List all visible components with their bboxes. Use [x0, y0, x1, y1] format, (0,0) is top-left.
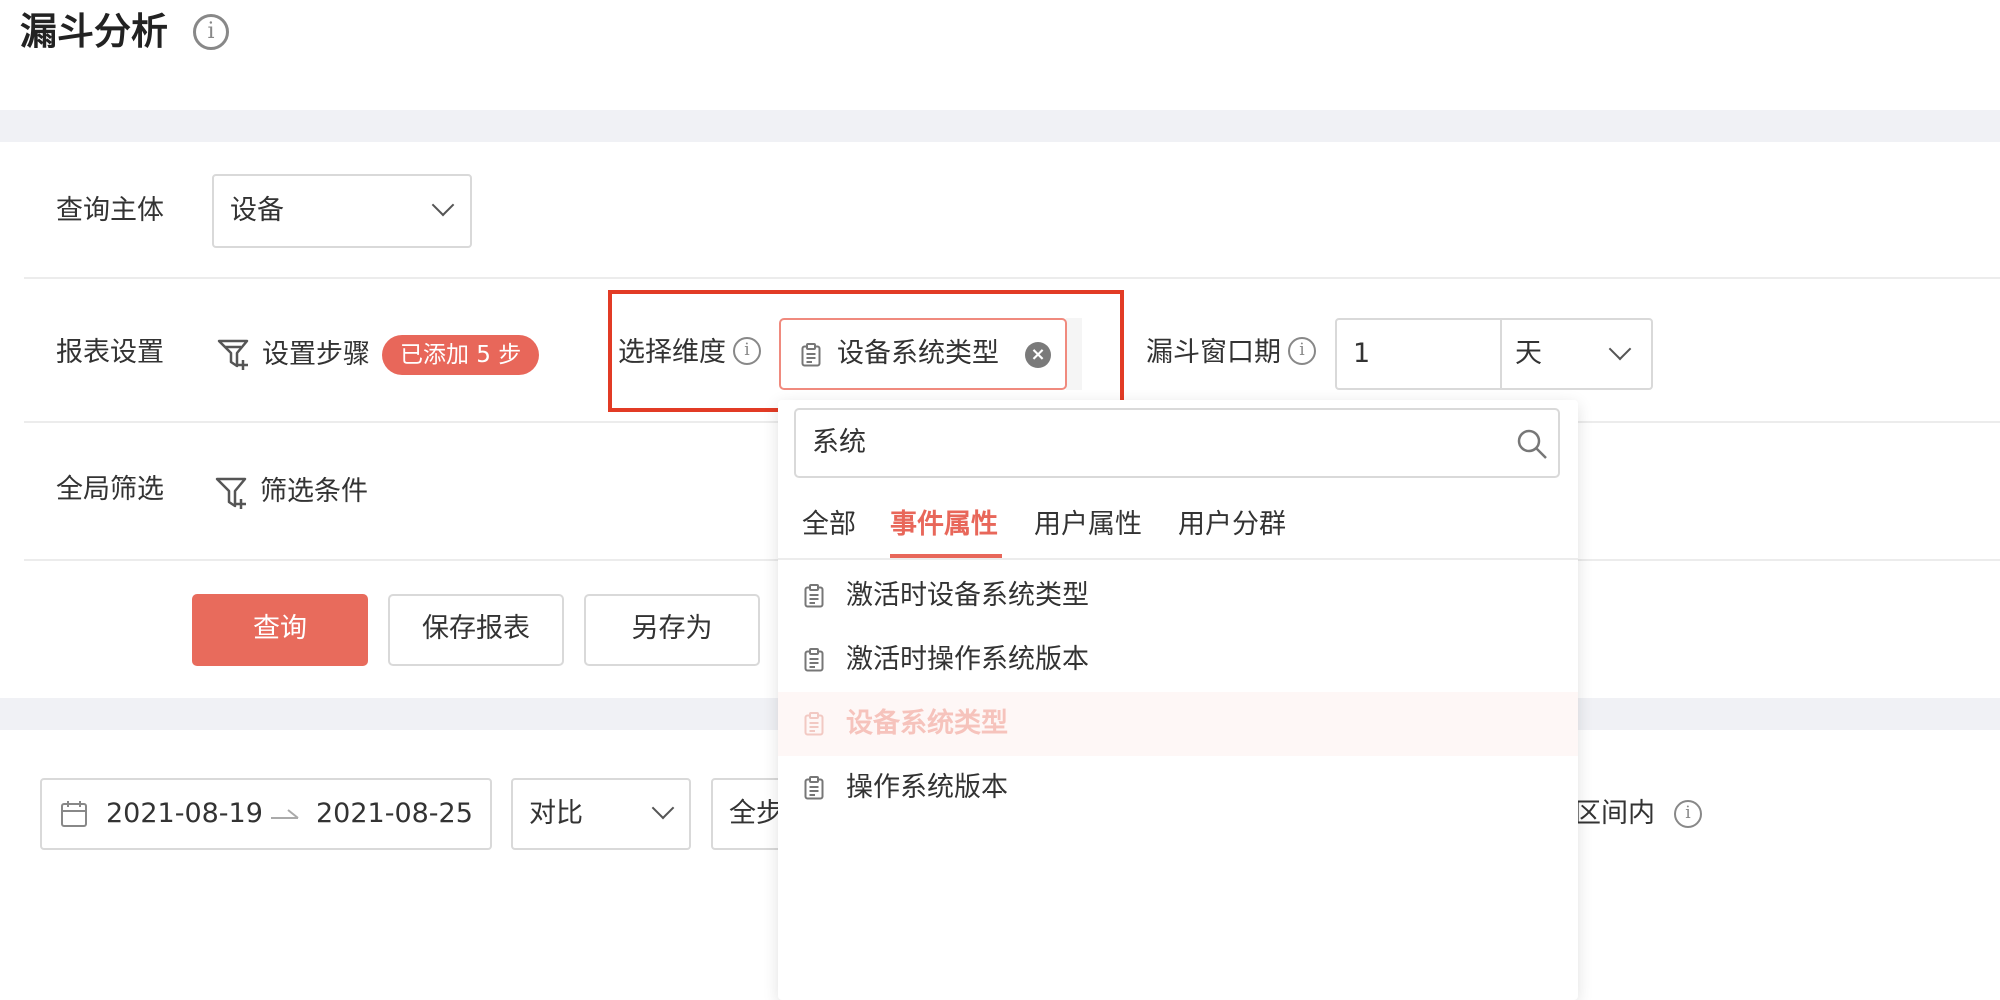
option-label: 设备系统类型	[846, 708, 1008, 739]
clipboard-icon	[804, 776, 824, 800]
dimension-chip-label: 设备系统类型	[837, 338, 999, 369]
option-label: 激活时操作系统版本	[846, 644, 1089, 675]
calendar-icon	[61, 801, 87, 827]
global-filter-label: 全局筛选	[56, 474, 164, 505]
query-subject-label: 查询主体	[56, 195, 164, 226]
tab-event-properties[interactable]: 事件属性	[890, 505, 998, 545]
option-label: 操作系统版本	[846, 772, 1008, 803]
set-steps-link[interactable]: 设置步骤	[262, 335, 370, 375]
chip-shadow	[1066, 318, 1082, 390]
funnel-add-icon[interactable]	[216, 336, 252, 372]
date-range-picker[interactable]: 2021-08-19 2021-08-25	[40, 778, 492, 850]
clipboard-icon	[804, 648, 824, 672]
date-end: 2021-08-25	[316, 798, 473, 829]
steps-select-value: 全步	[729, 798, 783, 829]
filter-add-icon[interactable]	[214, 474, 250, 512]
dimension-search-input[interactable]: 系统	[794, 408, 1560, 478]
dimension-info-icon[interactable]: i	[733, 337, 761, 365]
list-item[interactable]: 操作系统版本	[778, 756, 1578, 820]
window-unit-select[interactable]: 天	[1515, 320, 1542, 388]
dimension-chip[interactable]: 设备系统类型 ×	[779, 318, 1067, 390]
query-subject-value: 设备	[230, 195, 284, 226]
save-as-button[interactable]: 另存为	[584, 594, 760, 666]
section-divider	[0, 110, 2000, 142]
divider	[1500, 320, 1502, 388]
window-value-input[interactable]: 1	[1353, 320, 1370, 388]
funnel-window-label: 漏斗窗口期	[1146, 337, 1281, 368]
steps-count-badge: 已添加 5 步	[382, 335, 540, 375]
report-settings-label: 报表设置	[56, 337, 164, 368]
list-item-selected[interactable]: 设备系统类型	[778, 692, 1578, 756]
date-start: 2021-08-19	[106, 798, 263, 829]
arrow-right-icon	[271, 809, 299, 819]
list-item[interactable]: 激活时设备系统类型	[778, 564, 1578, 628]
save-report-button[interactable]: 保存报表	[388, 594, 564, 666]
filter-conditions-link[interactable]: 筛选条件	[260, 472, 368, 512]
compare-value: 对比	[529, 798, 583, 829]
compare-select[interactable]: 对比	[511, 778, 691, 850]
search-icon[interactable]	[1516, 428, 1548, 460]
search-value: 系统	[812, 427, 866, 458]
query-subject-select[interactable]: 设备	[212, 174, 472, 248]
tab-all[interactable]: 全部	[802, 505, 856, 545]
close-icon[interactable]: ×	[1025, 342, 1051, 368]
chevron-down-icon	[651, 796, 675, 820]
page-title: 漏斗分析	[20, 10, 168, 53]
chevron-down-icon	[1608, 337, 1632, 361]
tab-user-segments[interactable]: 用户分群	[1178, 505, 1286, 545]
query-button[interactable]: 查询	[192, 594, 368, 666]
chevron-down-icon	[431, 193, 455, 217]
option-label: 激活时设备系统类型	[846, 580, 1089, 611]
clipboard-icon	[801, 343, 821, 367]
funnel-window-group: 1 天	[1335, 318, 1653, 390]
tab-user-properties[interactable]: 用户属性	[1034, 505, 1142, 545]
window-info-icon[interactable]: i	[1288, 337, 1316, 365]
dimension-dropdown: 系统 全部 事件属性 用户属性 用户分群 激活时设备系统类型 激活时操作系统版本	[778, 400, 1578, 1000]
interval-text: 区间内	[1574, 798, 1655, 829]
clipboard-icon	[804, 712, 824, 736]
list-item[interactable]: 激活时操作系统版本	[778, 628, 1578, 692]
divider	[24, 277, 2000, 279]
clipboard-icon	[804, 584, 824, 608]
interval-info-icon[interactable]: i	[1674, 800, 1702, 828]
info-icon[interactable]: i	[193, 14, 229, 50]
dimension-label: 选择维度	[618, 337, 726, 368]
divider	[778, 558, 1578, 560]
